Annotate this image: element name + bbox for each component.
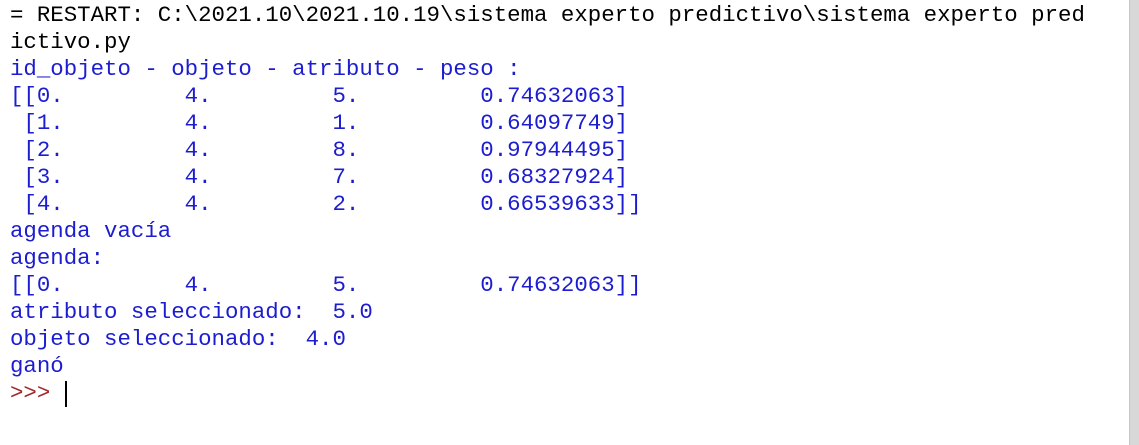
vertical-scrollbar[interactable] xyxy=(1129,0,1139,445)
output-line: atributo seleccionado: 5.0 xyxy=(10,299,373,325)
shell-output-area[interactable]: = RESTART: C:\2021.10\2021.10.19\sistema… xyxy=(0,0,1139,445)
output-line: objeto seleccionado: 4.0 xyxy=(10,326,346,352)
output-line: [1. 4. 1. 0.64097749] xyxy=(10,110,629,136)
output-line: [[0. 4. 5. 0.74632063] xyxy=(10,83,629,109)
output-line: id_objeto - objeto - atributo - peso : xyxy=(10,56,521,82)
output-line: [4. 4. 2. 0.66539633]] xyxy=(10,191,642,217)
output-line: [2. 4. 8. 0.97944495] xyxy=(10,137,629,163)
output-line: agenda: xyxy=(10,245,105,271)
output-line: [3. 4. 7. 0.68327924] xyxy=(10,164,629,190)
text-cursor[interactable] xyxy=(65,381,67,407)
restart-line: ictivo.py xyxy=(10,29,131,55)
output-line: [[0. 4. 5. 0.74632063]] xyxy=(10,272,642,298)
output-line: ganó xyxy=(10,353,64,379)
shell-prompt: >>> xyxy=(10,380,64,406)
output-line: agenda vacía xyxy=(10,218,172,244)
restart-line: = RESTART: C:\2021.10\2021.10.19\sistema… xyxy=(10,2,1085,28)
